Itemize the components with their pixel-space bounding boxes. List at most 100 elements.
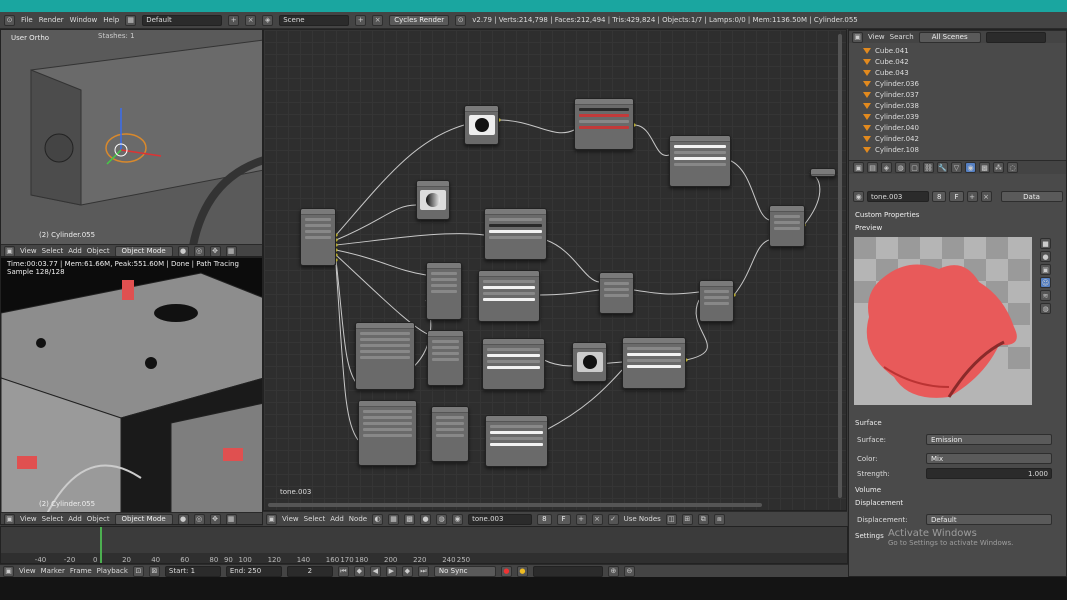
menu-select[interactable]: Select xyxy=(304,515,326,523)
manipulator-icon[interactable]: ✥ xyxy=(209,513,221,524)
menu-playback[interactable]: Playback xyxy=(97,567,128,575)
math-node-3[interactable] xyxy=(431,406,469,462)
menu-node[interactable]: Node xyxy=(349,515,367,523)
custom-properties-panel[interactable]: Custom Properties xyxy=(855,211,919,219)
start-frame-field[interactable]: Start: 1 xyxy=(164,565,221,577)
lock-icon[interactable]: ⊠ xyxy=(148,565,160,577)
keying-icon[interactable]: ● xyxy=(516,565,528,577)
unlink-material-icon[interactable]: × xyxy=(591,513,603,525)
math-node-2[interactable] xyxy=(427,330,464,386)
texture-coordinate-node[interactable] xyxy=(300,208,336,266)
strength-slider[interactable]: 1.000 xyxy=(926,468,1052,479)
mode-select[interactable]: Object Mode xyxy=(114,513,173,524)
color-ramp-node-red[interactable] xyxy=(574,98,634,150)
play-icon[interactable]: ▶ xyxy=(385,565,397,577)
menu-frame[interactable]: Frame xyxy=(70,567,92,575)
keying-set-field[interactable] xyxy=(532,565,603,577)
editor-type-icon[interactable]: ▣ xyxy=(3,565,14,577)
outliner-item[interactable]: Cube.042 xyxy=(863,56,909,67)
volume-panel[interactable]: Volume xyxy=(855,486,881,494)
color-ramp-node-2[interactable] xyxy=(484,208,547,260)
insert-keyframe-icon[interactable]: ⊕ xyxy=(607,565,619,577)
particles-tab-icon[interactable]: ⁂ xyxy=(993,162,1004,173)
preview-sphere-icon[interactable]: ● xyxy=(1040,251,1051,262)
menu-view[interactable]: View xyxy=(20,247,37,255)
material-field[interactable]: tone.003 xyxy=(468,513,533,525)
scene-field[interactable]: Scene xyxy=(279,14,350,26)
material-name-field[interactable]: tone.003 xyxy=(867,191,929,202)
user-count[interactable]: 8 xyxy=(537,513,552,525)
color-ramp-node-4[interactable] xyxy=(482,338,545,390)
screen-layout-field[interactable]: Default xyxy=(142,14,223,26)
manipulator-icon[interactable]: ✥ xyxy=(209,245,221,256)
link-select[interactable]: Data xyxy=(1000,191,1063,202)
timeline[interactable]: -40 -20 0 20 40 60 80 90 100 120 140 160 170 180 200 22… xyxy=(0,526,848,564)
editor-type-icon[interactable]: ▣ xyxy=(4,245,15,256)
snap-icon[interactable]: ⊞ xyxy=(681,513,693,525)
menu-add[interactable]: Add xyxy=(68,515,82,523)
color-input-select[interactable]: Mix xyxy=(926,453,1052,464)
menu-add[interactable]: Add xyxy=(68,247,82,255)
color-ramp-node-3[interactable] xyxy=(478,270,540,322)
fake-user-button[interactable]: F xyxy=(556,513,571,525)
menu-view[interactable]: View xyxy=(19,567,36,575)
mapping-node-2[interactable] xyxy=(358,400,417,466)
displacement-panel[interactable]: Displacement xyxy=(855,499,903,507)
current-frame-field[interactable]: 2 xyxy=(286,565,333,577)
menu-help[interactable]: Help xyxy=(103,16,119,24)
preview-world-icon[interactable]: ◍ xyxy=(1040,303,1051,314)
menu-object[interactable]: Object xyxy=(87,247,110,255)
copy-icon[interactable]: ⧉ xyxy=(697,513,709,525)
data-tab-icon[interactable]: ▽ xyxy=(951,162,962,173)
mode-select[interactable]: Object Mode xyxy=(114,245,173,256)
viewport-bottom[interactable]: Time:00:03.77 | Mem:61.66M, Peak:551.60M… xyxy=(0,257,263,525)
layout-grid-icon[interactable]: ▦ xyxy=(125,14,137,26)
next-keyframe-icon[interactable]: ◆ xyxy=(401,565,413,577)
jump-end-icon[interactable]: ⏭ xyxy=(417,565,429,577)
material-sphere-icon[interactable]: ◉ xyxy=(452,513,464,525)
world-icon[interactable]: ◍ xyxy=(436,513,448,525)
layers-icon[interactable]: ▦ xyxy=(225,245,237,256)
menu-search[interactable]: Search xyxy=(890,33,914,41)
render-tab-icon[interactable]: ▣ xyxy=(853,162,864,173)
material-sphere-icon[interactable]: ◉ xyxy=(853,191,864,202)
color-ramp-node-5[interactable] xyxy=(622,337,686,389)
editor-type-icon[interactable]: ▣ xyxy=(4,513,15,524)
menu-select[interactable]: Select xyxy=(42,247,64,255)
add-scene-icon[interactable]: + xyxy=(355,14,367,26)
outliner-search-input[interactable] xyxy=(985,31,1046,43)
shading-icon[interactable]: ● xyxy=(177,513,189,524)
compositing-nodes-icon[interactable]: ▦ xyxy=(388,513,400,525)
menu-marker[interactable]: Marker xyxy=(41,567,65,575)
viewport-top[interactable]: User Ortho Stashes: 1 (2) Cylinder.055 ▣… xyxy=(0,29,263,257)
prev-keyframe-icon[interactable]: ◆ xyxy=(353,565,365,577)
jump-start-icon[interactable]: ⏮ xyxy=(337,565,349,577)
outliner-item[interactable]: Cube.043 xyxy=(863,67,909,78)
scene-icon[interactable]: ◈ xyxy=(262,14,274,26)
remove-layout-icon[interactable]: × xyxy=(245,14,257,26)
preview-monkey-icon[interactable]: ☺ xyxy=(1040,277,1051,288)
preview-range-icon[interactable]: ⊡ xyxy=(132,565,144,577)
object-icon[interactable]: ● xyxy=(420,513,432,525)
editor-type-icon[interactable]: ▣ xyxy=(852,31,863,43)
play-reverse-icon[interactable]: ◀ xyxy=(369,565,381,577)
menu-window[interactable]: Window xyxy=(70,16,98,24)
preview-hair-icon[interactable]: ≋ xyxy=(1040,290,1051,301)
preview-cube-icon[interactable]: ▣ xyxy=(1040,264,1051,275)
editor-type-icon[interactable]: ▣ xyxy=(266,513,277,525)
outliner-item[interactable]: Cylinder.042 xyxy=(863,133,919,144)
surface-shader-select[interactable]: Emission xyxy=(926,434,1052,445)
scene-tab-icon[interactable]: ◈ xyxy=(881,162,892,173)
modifiers-tab-icon[interactable]: 🔧 xyxy=(937,162,948,173)
use-nodes-checkbox[interactable]: ✓ xyxy=(607,513,619,525)
menu-add[interactable]: Add xyxy=(330,515,344,523)
delete-keyframe-icon[interactable]: ⊖ xyxy=(623,565,635,577)
blender-logo-icon[interactable]: ⊙ xyxy=(4,14,15,26)
color-ramp-node-1[interactable] xyxy=(669,135,731,187)
mix-node-1[interactable] xyxy=(599,272,634,314)
menu-file[interactable]: File xyxy=(21,16,33,24)
mix-node-2[interactable] xyxy=(699,280,734,322)
wave-texture-node[interactable] xyxy=(572,342,607,382)
user-count[interactable]: 8 xyxy=(932,191,947,202)
remove-scene-icon[interactable]: × xyxy=(372,14,384,26)
